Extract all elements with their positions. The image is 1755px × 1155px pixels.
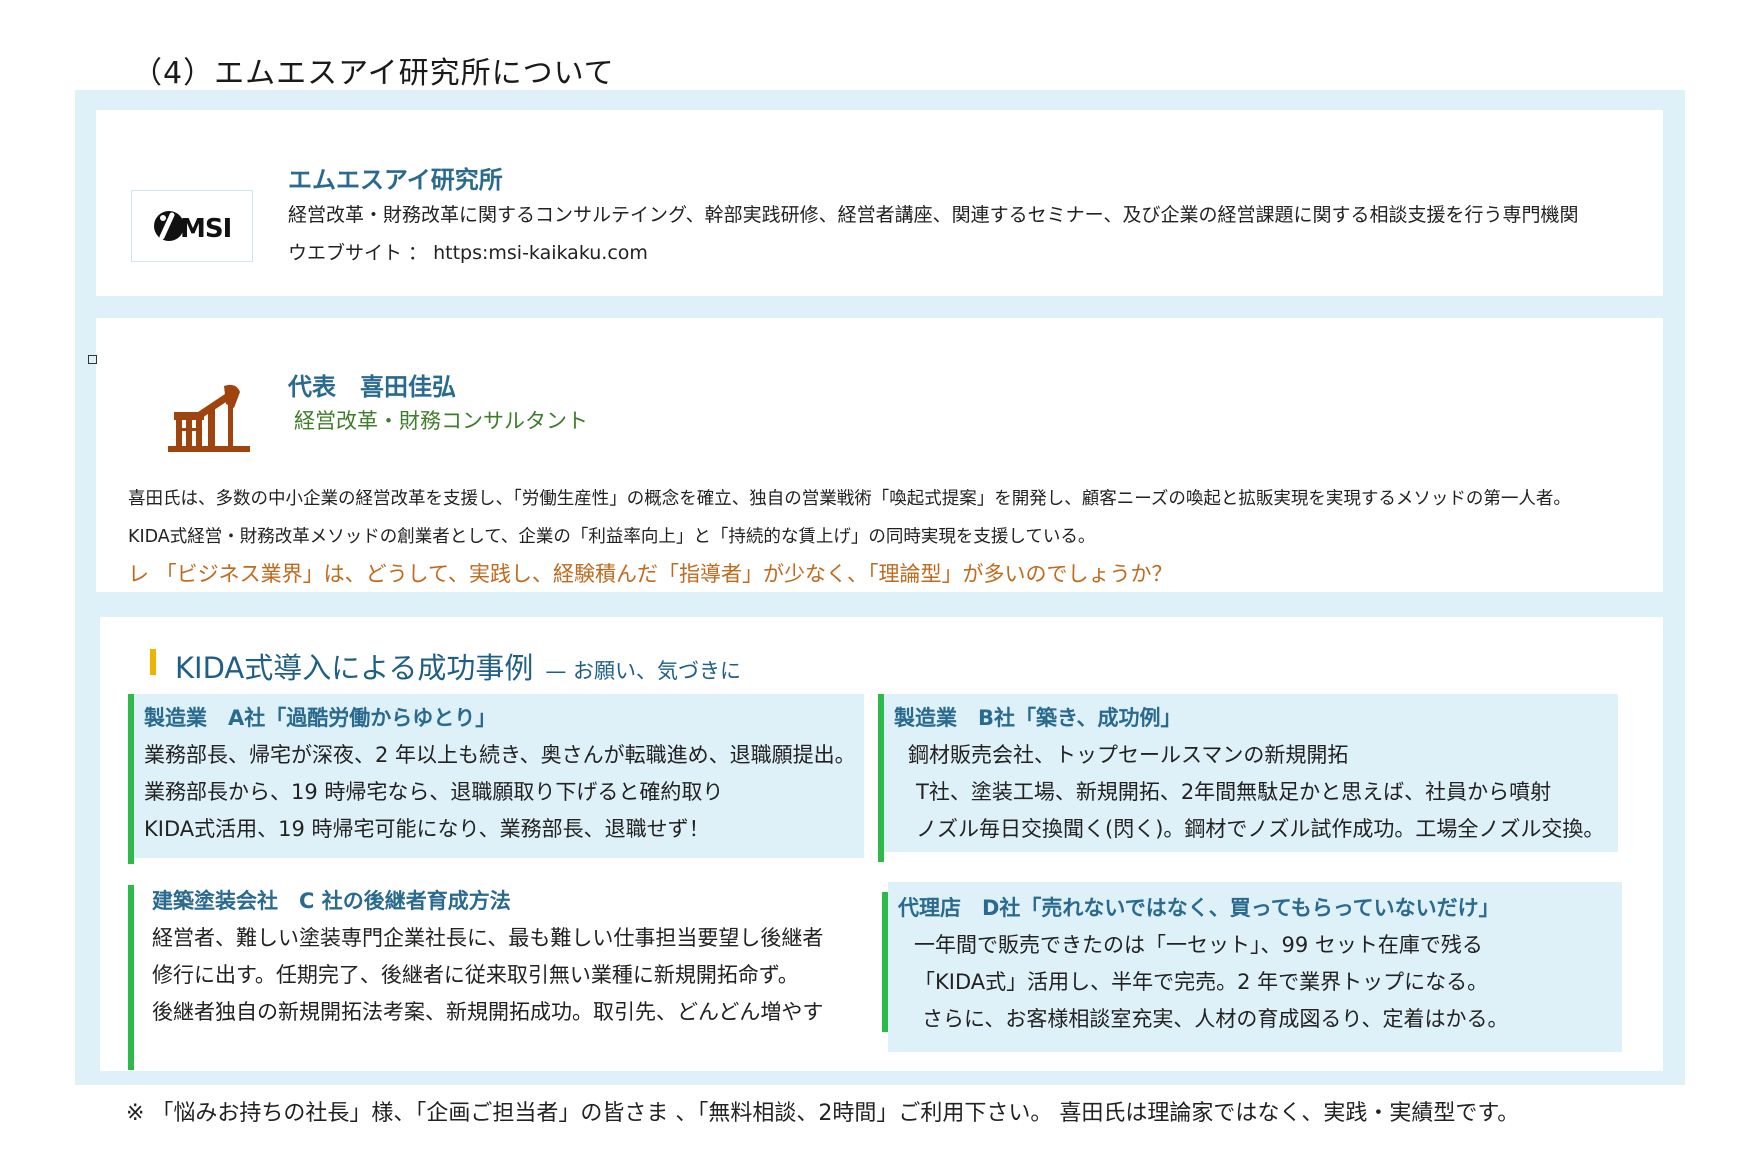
cases-heading: KIDA式導入による成功事例 — お願い、気づきに [175, 645, 741, 687]
representative-bio-line: 喜田氏は、多数の中小企業の経営改革を支援し、「労働生産性」の概念を確立、独自の営… [128, 489, 1571, 509]
case-line: KIDA式活用、19 時帰宅可能になり、業務部長、退職せず！ [144, 817, 710, 841]
cases-subheading: — お願い、気づきに [545, 659, 742, 683]
case-line: 経営者、難しい塗装専門企業社長に、最も難しい仕事担当要望し後継者 [152, 926, 824, 950]
msi-logo-text: MSI [180, 214, 232, 244]
case-item-b: 製造業 B社「築き、成功例」 鋼材販売会社、トップセールスマンの新規開拓 T社、… [878, 694, 1618, 862]
case-item-d: 代理店 D社「売れないではなく、買ってもらっていないだけ」 一年間で販売できたの… [882, 882, 1622, 1052]
heading-accent-bar [150, 649, 156, 675]
representative-question: レ 「ビジネス業界」は、どうして、実践し、経験積んだ「指導者」が少なく、「理論型… [128, 562, 1173, 586]
case-line: 修行に出す。任期完了、後継者に従来取引無い業種に新規開拓命ず。 [152, 963, 799, 987]
representative-card [96, 318, 1663, 592]
representative-name: 代表 喜田佳弘 [288, 373, 456, 401]
organization-description: 経営改革・財務改革に関するコンサルテイング、幹部実践研修、経営者講座、関連するセ… [288, 204, 1579, 226]
case-line: 一年間で販売できたのは「一セット」、99 セット在庫で残る [914, 933, 1483, 957]
case-line: T社、塗装工場、新規開拓、2年間無駄足かと思えば、社員から噴射 [916, 780, 1552, 804]
representative-title: 経営改革・財務コンサルタント [294, 409, 588, 433]
representative-bio-line: KIDA式経営・財務改革メソッドの創業者として、企業の「利益率向上」と「持続的な… [128, 527, 1096, 547]
case-line: 業務部長から、19 時帰宅なら、退職願取り下げると確約取り [144, 780, 724, 804]
case-line: ノズル毎日交換聞く(閃く)。鋼材でノズル試作成功。工場全ノズル交換。 [916, 817, 1605, 841]
case-item-a: 製造業 A社「過酷労働からゆとり」 業務部長、帰宅が深夜、2 年以上も続き、奥さ… [128, 694, 864, 864]
cases-heading-text: KIDA式導入による成功事例 [175, 651, 534, 685]
case-item-c: 建築塗装会社 C 社の後継者育成方法 経営者、難しい塗装専門企業社長に、最も難し… [128, 885, 864, 1070]
anchor-marker [88, 355, 97, 364]
organization-name: エムエスアイ研究所 [288, 166, 503, 194]
case-title: 代理店 D社「売れないではなく、買ってもらっていないだけ」 [898, 896, 1500, 920]
case-line: 業務部長、帰宅が深夜、2 年以上も続き、奥さんが転職進め、退職願提出。 [144, 743, 856, 767]
oil-pump-icon [168, 382, 250, 458]
msi-logo-icon [154, 211, 184, 241]
case-line: 「KIDA式」活用し、半年で完売。2 年で業界トップになる。 [914, 970, 1489, 994]
case-accent-bar [882, 892, 888, 1032]
footer-note: ※ 「悩みお持ちの社長」様、「企画ご担当者」の皆さま 、「無料相談、2時間」ご利… [126, 1101, 1520, 1126]
case-accent-bar [878, 694, 884, 862]
case-accent-bar [128, 885, 134, 1070]
case-title: 製造業 A社「過酷労働からゆとり」 [144, 706, 497, 730]
case-line: 鋼材販売会社、トップセールスマンの新規開拓 [908, 743, 1349, 767]
case-line: 後継者独自の新規開拓法考案、新規開拓成功。取引先、どんどん増やす [152, 1000, 824, 1024]
organization-website[interactable]: ウエブサイト ： https:msi-kaikaku.com [288, 238, 648, 265]
case-accent-bar [128, 694, 134, 864]
msi-logo: MSI [131, 190, 253, 262]
case-title: 建築塗装会社 C 社の後継者育成方法 [152, 889, 511, 913]
case-line: さらに、お客様相談室充実、人材の育成図るり、定着はかる。 [922, 1007, 1509, 1031]
case-title: 製造業 B社「築き、成功例」 [894, 706, 1182, 730]
section-title: （4）エムエスアイ研究所について [132, 56, 615, 91]
